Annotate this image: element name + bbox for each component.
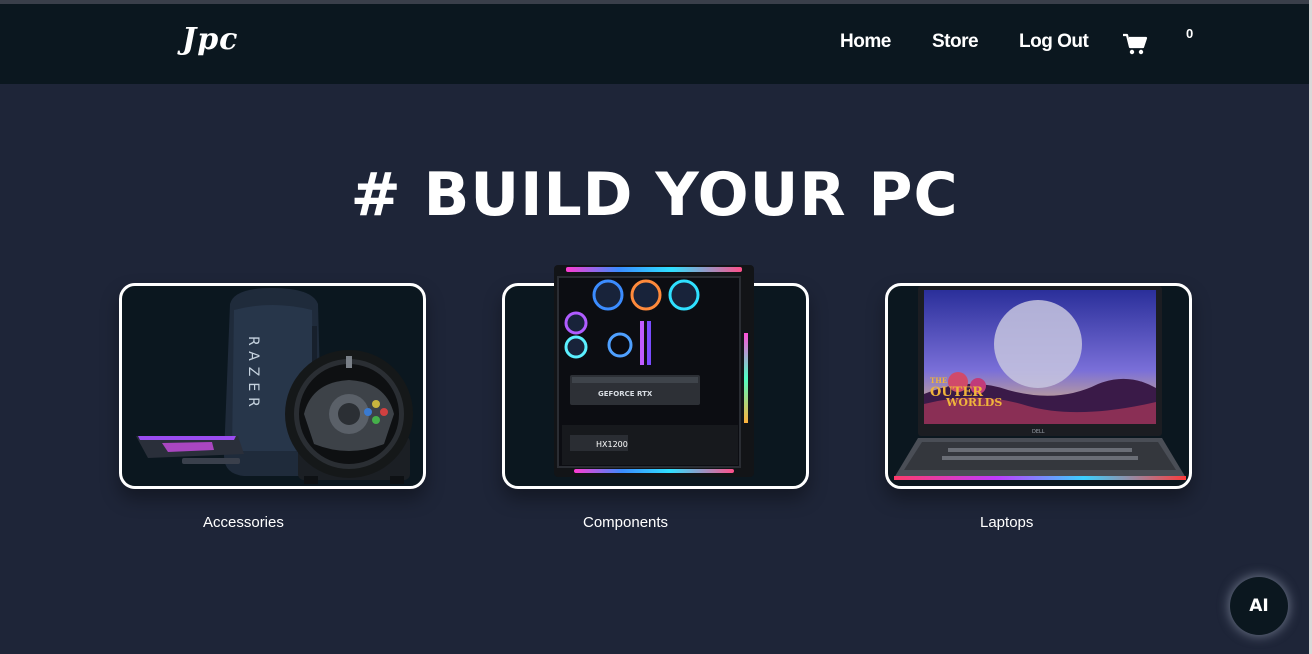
category-label-laptops[interactable]: Laptops xyxy=(980,514,1033,531)
game-title-line1: THE xyxy=(930,376,947,385)
laptop-brand-text: DELL xyxy=(1032,429,1045,435)
nav-link-logout[interactable]: Log Out xyxy=(1019,31,1089,53)
cart-count-badge: 0 xyxy=(1186,26,1194,41)
page-title: # BUILD YOUR PC xyxy=(350,160,959,230)
laptop-image: THE OUTER WORLDS DELL xyxy=(894,286,1186,480)
category-card-laptops[interactable]: THE OUTER WORLDS DELL xyxy=(885,283,1192,489)
psu-label: HX1200 xyxy=(596,440,628,449)
category-label-components[interactable]: Components xyxy=(583,514,668,531)
category-label-accessories[interactable]: Accessories xyxy=(203,514,284,531)
nav-link-store[interactable]: Store xyxy=(932,31,979,53)
razer-logo-text: RAZER xyxy=(245,336,261,413)
category-card-accessories[interactable]: RAZER xyxy=(119,283,426,489)
navbar: Jpc Home Store Log Out 0 xyxy=(0,4,1309,84)
nav-link-home[interactable]: Home xyxy=(840,31,891,53)
logo[interactable]: Jpc xyxy=(182,22,238,57)
ai-assistant-button[interactable]: AI xyxy=(1230,577,1288,635)
pc-case-image: GEFORCE RTX HX1200 xyxy=(554,265,754,477)
game-title-line3: WORLDS xyxy=(945,396,1002,409)
cart-icon[interactable] xyxy=(1122,32,1148,56)
accessories-image: RAZER xyxy=(136,288,413,484)
gpu-label: GEFORCE RTX xyxy=(598,390,653,398)
